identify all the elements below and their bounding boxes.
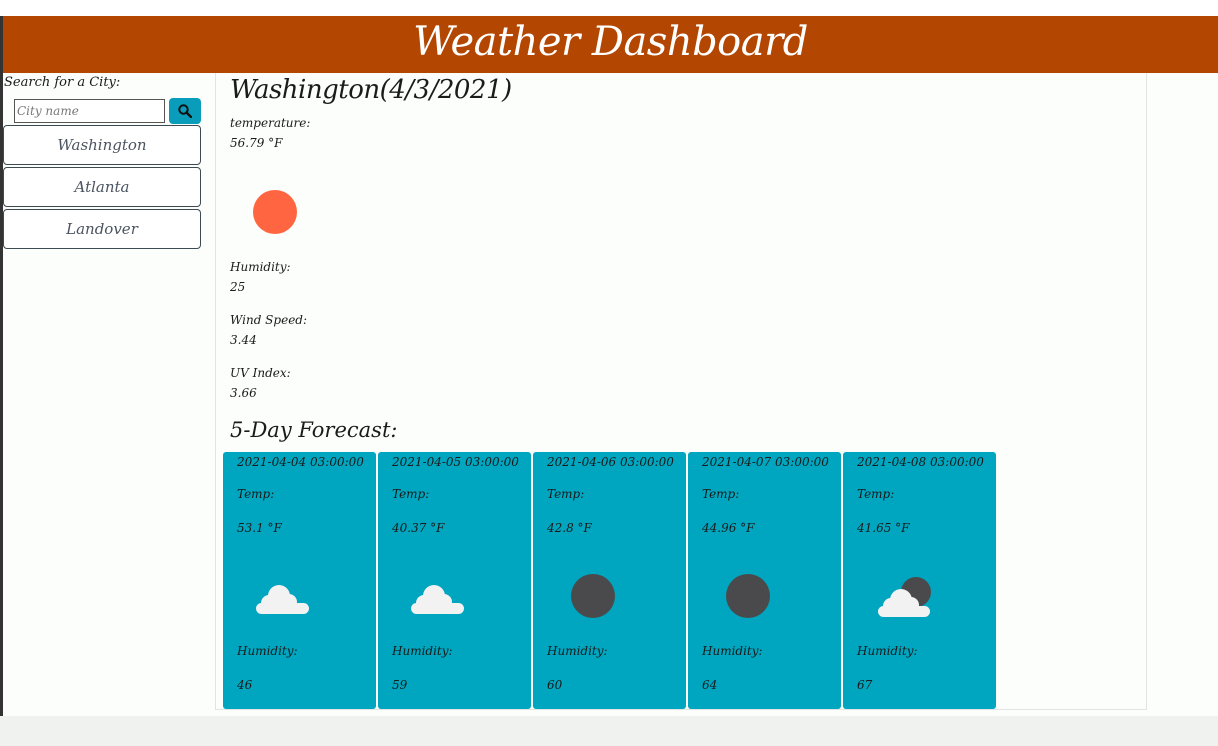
search-label: Search for a City: bbox=[4, 75, 121, 90]
uv-index-label: UV Index: bbox=[230, 366, 291, 380]
forecast-card: 2021-04-04 03:00:00 Temp: 53.1 °F Humidi… bbox=[223, 452, 376, 709]
forecast-temp: 44.96 °F bbox=[702, 521, 755, 535]
weather-dashboard-page: Weather Dashboard Search for a City: Was… bbox=[0, 0, 1218, 746]
forecast-temp-label: Temp: bbox=[237, 487, 275, 501]
forecast-humidity-label: Humidity: bbox=[702, 644, 763, 658]
city-button-washington[interactable]: Washington bbox=[3, 125, 201, 165]
cloud-moon-icon bbox=[878, 577, 931, 617]
forecast-temp: 42.8 °F bbox=[547, 521, 592, 535]
moon-icon bbox=[571, 574, 615, 618]
forecast-humidity: 67 bbox=[857, 678, 873, 692]
city-history-list: Washington Atlanta Landover bbox=[3, 125, 213, 249]
forecast-date: 2021-04-08 03:00:00 bbox=[857, 455, 984, 469]
forecast-date: 2021-04-07 03:00:00 bbox=[702, 455, 829, 469]
forecast-temp-label: Temp: bbox=[392, 487, 430, 501]
current-city-title: Washington(4/3/2021) bbox=[230, 75, 512, 105]
cloud-icon bbox=[411, 585, 464, 614]
forecast-temp-label: Temp: bbox=[857, 487, 895, 501]
sun-icon bbox=[253, 190, 297, 234]
uv-index-value: 3.66 bbox=[230, 386, 257, 400]
forecast-temp: 40.37 °F bbox=[392, 521, 445, 535]
search-row bbox=[3, 98, 213, 125]
temperature-value: 56.79 °F bbox=[230, 136, 283, 150]
page-header: Weather Dashboard bbox=[3, 16, 1218, 73]
forecast-humidity-label: Humidity: bbox=[392, 644, 453, 658]
forecast-temp-label: Temp: bbox=[547, 487, 585, 501]
forecast-humidity: 46 bbox=[237, 678, 253, 692]
city-button-atlanta[interactable]: Atlanta bbox=[3, 167, 201, 207]
temperature-label: temperature: bbox=[230, 116, 311, 130]
forecast-date: 2021-04-05 03:00:00 bbox=[392, 455, 519, 469]
forecast-humidity-label: Humidity: bbox=[857, 644, 918, 658]
sidebar: Search for a City: Washington Atlanta La… bbox=[3, 73, 213, 251]
forecast-temp: 41.65 °F bbox=[857, 521, 910, 535]
city-search-input[interactable] bbox=[14, 99, 165, 123]
humidity-value: 25 bbox=[230, 280, 246, 294]
wind-speed-value: 3.44 bbox=[230, 333, 257, 347]
search-icon bbox=[178, 104, 192, 118]
city-button-landover[interactable]: Landover bbox=[3, 209, 201, 249]
forecast-humidity-label: Humidity: bbox=[237, 644, 298, 658]
forecast-title: 5-Day Forecast: bbox=[230, 418, 398, 442]
current-weather-panel: Washington(4/3/2021) temperature: 56.79 … bbox=[215, 73, 1147, 710]
forecast-date: 2021-04-04 03:00:00 bbox=[237, 455, 364, 469]
forecast-temp: 53.1 °F bbox=[237, 521, 282, 535]
window-bottom-strip bbox=[0, 716, 1218, 746]
browser-top-strip bbox=[0, 0, 1218, 17]
forecast-cards: 2021-04-04 03:00:00 Temp: 53.1 °F Humidi… bbox=[223, 452, 998, 709]
wind-speed-label: Wind Speed: bbox=[230, 313, 308, 327]
humidity-label: Humidity: bbox=[230, 260, 291, 274]
forecast-humidity: 59 bbox=[392, 678, 408, 692]
cloud-icon bbox=[256, 585, 309, 614]
forecast-temp-label: Temp: bbox=[702, 487, 740, 501]
forecast-humidity-label: Humidity: bbox=[547, 644, 608, 658]
forecast-card: 2021-04-06 03:00:00 Temp: 42.8 °F Humidi… bbox=[533, 452, 686, 709]
forecast-humidity: 60 bbox=[547, 678, 563, 692]
forecast-date: 2021-04-06 03:00:00 bbox=[547, 455, 674, 469]
forecast-humidity: 64 bbox=[702, 678, 718, 692]
search-button[interactable] bbox=[169, 98, 201, 124]
forecast-card: 2021-04-05 03:00:00 Temp: 40.37 °F Humid… bbox=[378, 452, 531, 709]
forecast-card: 2021-04-07 03:00:00 Temp: 44.96 °F Humid… bbox=[688, 452, 841, 709]
forecast-card: 2021-04-08 03:00:00 Temp: 41.65 °F Humid… bbox=[843, 452, 996, 709]
moon-icon bbox=[726, 574, 770, 618]
